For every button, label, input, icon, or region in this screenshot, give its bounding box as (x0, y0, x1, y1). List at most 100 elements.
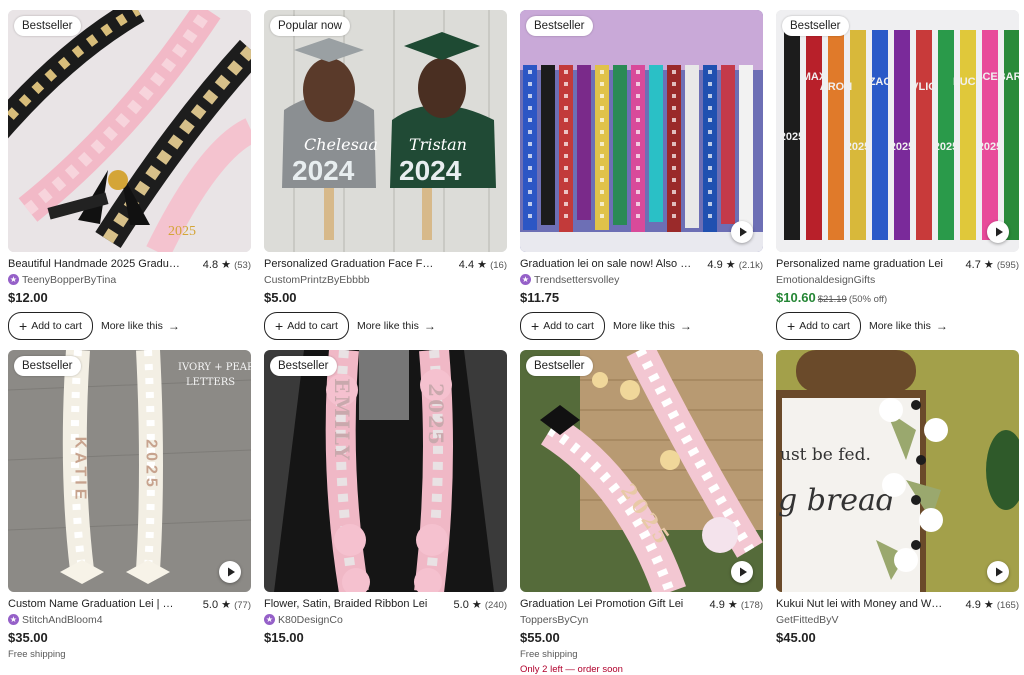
more-like-this-link[interactable]: More like this → (101, 319, 180, 333)
more-like-this-link[interactable]: More like this → (613, 319, 692, 333)
rating-value: 5.0 (202, 598, 219, 611)
lei-name-10: CEBAR (982, 71, 1019, 83)
listing-price: $15.00 (264, 630, 304, 645)
play-video-button[interactable] (731, 221, 753, 243)
listing-title[interactable]: Flower, Satin, Braided Ribbon Lei (264, 598, 427, 610)
original-price: $21.19 (817, 294, 847, 305)
add-to-cart-button[interactable]: + Add to cart (8, 312, 93, 340)
lei-name-8: LUCY (953, 76, 984, 88)
listing-image[interactable]: Bestseller (520, 10, 763, 252)
listing-title[interactable]: Custom Name Graduation Lei | Graduation (8, 598, 180, 610)
play-icon (740, 227, 747, 237)
review-count: (178) (740, 599, 763, 611)
listing-rating: 5.0 ★ (240) (454, 598, 507, 611)
shop-name[interactable]: ToppersByCyn (520, 614, 588, 626)
add-to-cart-button[interactable]: + Add to cart (520, 312, 605, 340)
shop-name[interactable]: CustomPrintzByEbbbb (264, 274, 370, 286)
play-video-button[interactable] (987, 561, 1009, 583)
ivory-lei-photo: IVORY + PEARL LETTERS KATIE 2025 (8, 350, 251, 592)
fan-name-right: Tristan (409, 135, 467, 154)
listing-card[interactable]: Bestseller Graduation lei on sale now! A… (520, 10, 763, 340)
listing-title[interactable]: Kukui Nut lei with Money and White Flowe… (776, 598, 948, 610)
plus-icon: + (787, 318, 796, 334)
shop-name[interactable]: StitchAndBloom4 (22, 614, 103, 626)
shop-name-row[interactable]: EmotionaldesignGifts (776, 273, 1019, 286)
arrow-right-icon: → (167, 319, 180, 333)
shop-name[interactable]: TeenyBopperByTina (22, 274, 116, 286)
listing-price: $10.60 $21.19 (50% off) (776, 290, 1019, 305)
listing-card[interactable]: 2025 Bestseller Beautiful Handmade 2025 … (8, 10, 251, 340)
shop-name-row[interactable]: ★ K80DesignCo (264, 613, 507, 626)
bestseller-badge: Bestseller (14, 356, 81, 376)
fan-year-right: 2024 (399, 155, 462, 186)
shop-name[interactable]: K80DesignCo (278, 614, 343, 626)
listing-title[interactable]: Graduation Lei Promotion Gift Lei (520, 598, 683, 610)
shop-name-row[interactable]: ToppersByCyn (520, 613, 763, 626)
listing-image[interactable]: 2025 Bestseller (520, 350, 763, 592)
listing-image[interactable]: ust be fed. g bread (776, 350, 1019, 592)
shop-name-row[interactable]: ★ StitchAndBloom4 (8, 613, 251, 626)
star-seller-icon: ★ (8, 614, 19, 625)
lei-year-3: 2025 (846, 141, 870, 153)
shop-name-row[interactable]: GetFittedByV (776, 613, 1019, 626)
rating-value: 4.7 (965, 258, 981, 271)
listing-image[interactable]: MAX 2025 ARON 2025 ZAC 2025 VLIO 2025 LU… (776, 10, 1019, 252)
more-like-this-link[interactable]: More like this → (357, 319, 436, 333)
shop-name[interactable]: EmotionaldesignGifts (776, 274, 875, 286)
add-to-cart-button[interactable]: + Add to cart (776, 312, 861, 340)
star-icon: ★ (727, 598, 738, 611)
star-icon: ★ (221, 258, 232, 271)
lei-rack-photo (520, 10, 763, 252)
arrow-right-icon: → (935, 319, 948, 333)
listing-card[interactable]: IVORY + PEARL LETTERS KATIE 2025 Bestsel… (8, 350, 251, 660)
listing-card[interactable]: ust be fed. g bread Kukui Nut lei with M… (776, 350, 1019, 645)
low-stock-label: Only 2 left — order soon (520, 664, 623, 675)
shop-name-row[interactable]: CustomPrintzByEbbbb (264, 273, 507, 286)
rating-value: 5.0 (453, 598, 469, 611)
star-icon: ★ (983, 598, 994, 611)
ribbon-lei-photo: EMILY 2025 (264, 350, 507, 592)
more-like-this-link[interactable]: More like this → (869, 319, 948, 333)
play-video-button[interactable] (731, 561, 753, 583)
listing-card[interactable]: EMILY 2025 Bestseller Flower, Satin, Bra… (264, 350, 507, 645)
listing-card[interactable]: Chelesaa 2024 Tristan 2024 Popular now P… (264, 10, 507, 340)
listing-image[interactable]: EMILY 2025 Bestseller (264, 350, 507, 592)
review-count: (16) (490, 259, 507, 271)
rating-value: 4.8 (202, 258, 219, 271)
play-video-button[interactable] (219, 561, 241, 583)
listing-price: $35.00 (8, 630, 48, 645)
shop-name-row[interactable]: ★ Trendsettersvolley (520, 273, 763, 286)
listing-rating: 4.9 ★ (178) (710, 598, 763, 611)
plus-icon: + (275, 318, 284, 334)
play-icon (740, 567, 747, 577)
listing-rating: 4.4 ★ (16) (459, 258, 507, 271)
review-count: (2.1k) (738, 259, 763, 271)
listing-image[interactable]: 2025 Bestseller (8, 10, 251, 252)
listing-title[interactable]: Beautiful Handmade 2025 Graduation Lei (8, 258, 180, 270)
shop-name[interactable]: Trendsettersvolley (534, 274, 619, 286)
star-seller-icon: ★ (8, 274, 19, 285)
listing-rating: 4.9 ★ (165) (966, 598, 1019, 611)
listing-title[interactable]: Graduation lei on sale now! Also availab… (520, 258, 692, 270)
money-lei-photo: ust be fed. g bread (776, 350, 1019, 592)
listing-rating: 5.0 ★ (77) (203, 598, 251, 611)
add-to-cart-label: Add to cart (287, 320, 338, 332)
listing-title[interactable]: Personalized name graduation Lei (776, 258, 943, 270)
shop-name-row[interactable]: ★ TeenyBopperByTina (8, 273, 251, 286)
listing-rating: 4.9 ★ (2.1k) (707, 258, 763, 271)
bestseller-badge: Bestseller (14, 16, 81, 36)
listing-title[interactable]: Personalized Graduation Face Fans (264, 258, 436, 270)
review-count: (165) (996, 599, 1019, 611)
play-icon (228, 567, 235, 577)
more-like-this-label: More like this (612, 320, 675, 332)
listing-card[interactable]: MAX 2025 ARON 2025 ZAC 2025 VLIO 2025 LU… (776, 10, 1019, 340)
popular-now-badge: Popular now (270, 16, 350, 36)
add-to-cart-button[interactable]: + Add to cart (264, 312, 349, 340)
listing-image[interactable]: IVORY + PEARL LETTERS KATIE 2025 Bestsel… (8, 350, 251, 592)
shop-name[interactable]: GetFittedByV (776, 614, 838, 626)
image-caption-line2: LETTERS (186, 377, 235, 388)
play-video-button[interactable] (987, 221, 1009, 243)
listing-card[interactable]: 2025 Bestseller Graduation Lei Promotion… (520, 350, 763, 675)
listing-image[interactable]: Chelesaa 2024 Tristan 2024 Popular now (264, 10, 507, 252)
star-icon: ★ (725, 258, 736, 271)
